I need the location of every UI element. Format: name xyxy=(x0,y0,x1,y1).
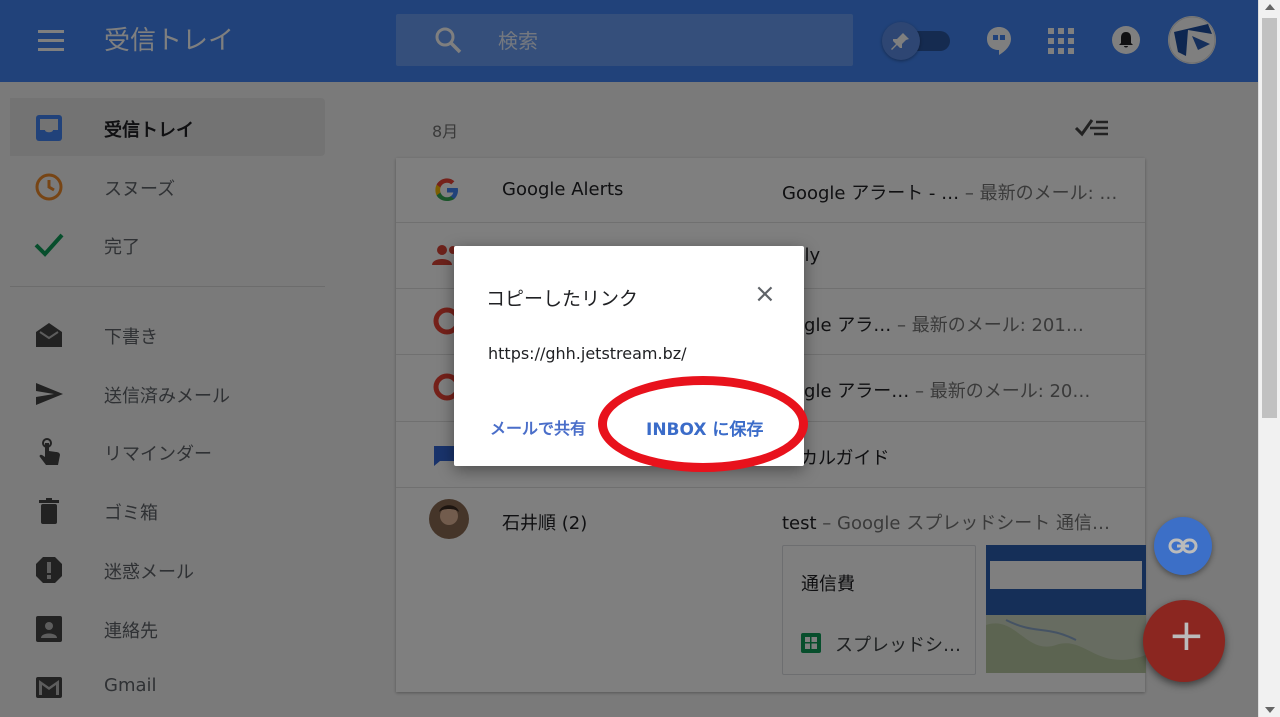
close-icon[interactable]: × xyxy=(754,281,776,307)
compose-fab[interactable]: + xyxy=(1143,600,1225,682)
dialog-title: コピーしたリンク xyxy=(486,288,639,310)
scrollbar[interactable] xyxy=(1258,0,1280,717)
modal-scrim-top[interactable] xyxy=(0,0,1258,82)
copied-url: https://ghh.jetstream.bz/ xyxy=(488,344,687,363)
share-by-email-button[interactable]: メールで共有 xyxy=(490,415,586,439)
red-highlight-ellipse xyxy=(598,376,808,472)
scroll-down-icon[interactable] xyxy=(1265,707,1275,713)
link-icon xyxy=(1168,536,1198,560)
scroll-thumb[interactable] xyxy=(1262,18,1277,418)
scroll-up-icon[interactable] xyxy=(1265,4,1275,10)
plus-icon: + xyxy=(1168,610,1205,661)
link-fab[interactable] xyxy=(1154,517,1212,575)
